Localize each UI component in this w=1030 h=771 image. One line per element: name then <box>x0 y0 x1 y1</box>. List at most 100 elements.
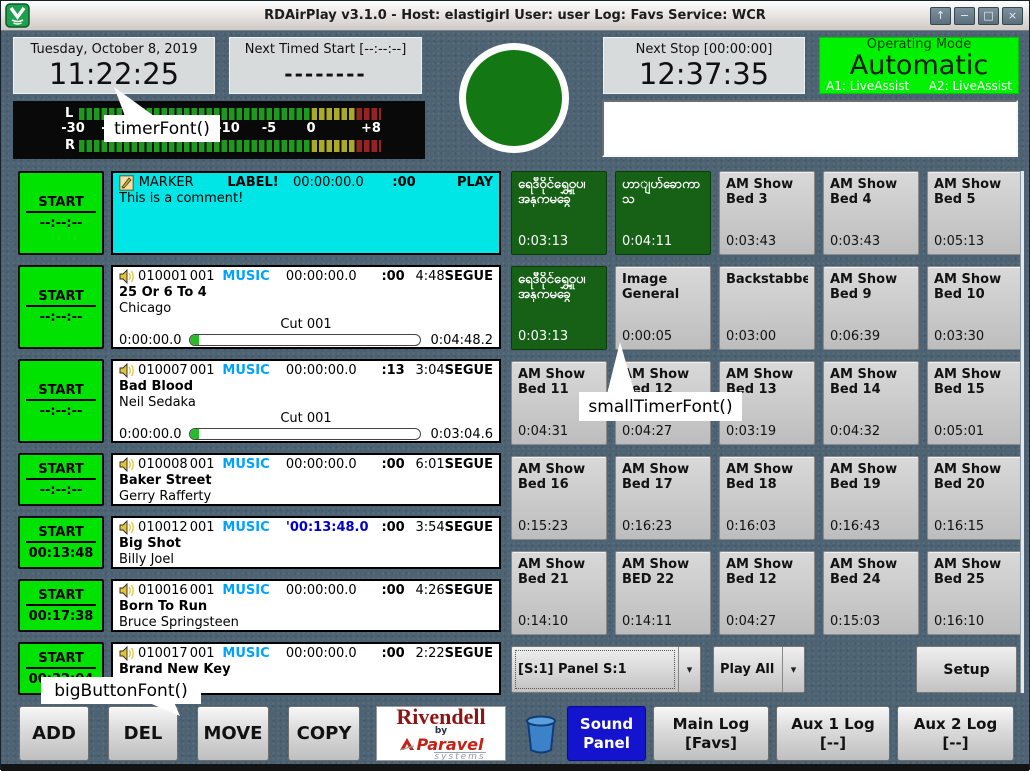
sound-panel-button[interactable]: AM Show Bed 9 0:06:39 <box>823 266 919 350</box>
operating-mode-button[interactable]: Operating Mode Automatic A1: LiveAssist … <box>819 37 1019 94</box>
log-entry[interactable]: 010001 001 MUSIC 00:00:00.0 :00 4:48 SEG… <box>111 265 501 349</box>
length: 4:48 <box>405 269 445 284</box>
sound-panel-button-time: 0:16:10 <box>934 614 1016 629</box>
sound-panel-button-time: 0:16:23 <box>622 519 704 534</box>
start-time-field: '00:13:48.0 <box>286 520 370 535</box>
sound-panel-button[interactable]: AM Show Bed 14 0:04:32 <box>823 361 919 445</box>
start-time-field: 00:00:00.0 <box>293 175 380 190</box>
aux2-mode: A2: LiveAssist <box>929 79 1012 93</box>
move-button[interactable]: MOVE <box>197 706 269 761</box>
remaining-time: 0:03:04.6 <box>429 427 493 442</box>
sound-panel-button[interactable]: AM Show BED 22 0:14:11 <box>615 551 711 635</box>
sound-panel-button-time: 0:03:13 <box>518 234 600 249</box>
group-label: MUSIC <box>222 269 286 284</box>
sound-panel-button[interactable]: AM Show Bed 12 0:04:27 <box>719 551 815 635</box>
progress-bar <box>189 334 421 346</box>
cut-number: 001 <box>190 520 223 535</box>
start-button[interactable]: START --:--:-- <box>18 453 104 506</box>
chevron-down-icon: ▾ <box>782 647 804 692</box>
sound-panel-scrollbar[interactable] <box>1020 171 1024 693</box>
sound-panel-button[interactable]: AM Show Bed 3 0:03:43 <box>719 171 815 255</box>
sound-panel-button-label: AM Show Bed 3 <box>726 177 808 207</box>
minimize-button[interactable]: − <box>954 7 975 25</box>
artist-line <box>119 207 493 223</box>
log-entry[interactable]: MARKER LABEL! 00:00:00.0 :00 PLAY This i… <box>111 171 501 255</box>
log-row: START 00:17:38 <box>18 579 501 632</box>
clock-date: Tuesday, October 8, 2019 <box>31 42 198 58</box>
log-entry[interactable]: 010016 001 MUSIC 00:00:00.0 :00 4:26 SEG… <box>111 579 501 632</box>
start-button[interactable]: START 00:13:48 <box>18 516 104 569</box>
talk-time: :00 <box>370 457 404 472</box>
title-line: Brand New Key <box>119 662 493 678</box>
sound-panel-button[interactable]: Image General 0:00:05 <box>615 266 711 350</box>
aux2-log-tab[interactable]: Aux 2 Log [--] <box>897 706 1014 761</box>
speaker-icon <box>119 583 138 598</box>
sound-panel-button[interactable]: AM Show Bed 4 0:03:43 <box>823 171 919 255</box>
sound-panel-button-label: AM Show Bed 25 <box>934 557 1016 587</box>
speaker-icon <box>119 646 138 661</box>
play-mode-dropdown[interactable]: Play All ▾ <box>713 646 805 693</box>
log-entry[interactable]: 010012 001 MUSIC '00:13:48.0 :00 3:54 SE… <box>111 516 501 569</box>
shade-button[interactable]: ↑ <box>930 7 951 25</box>
sound-panel-button[interactable]: ရေဒီဝိုင်ရွှေ့ဝှုပ၊ အနုကမခွေ 0:03:13 <box>511 266 607 350</box>
copy-button[interactable]: COPY <box>288 706 360 761</box>
start-button[interactable]: START --:--:-- <box>18 359 104 443</box>
length: 3:04 <box>405 363 445 378</box>
paravel-triangle-icon <box>399 737 415 751</box>
sound-panel-button[interactable]: AM Show Bed 10 0:03:30 <box>927 266 1023 350</box>
sound-panel-button[interactable]: Backstabber 0:03:00 <box>719 266 815 350</box>
cart-number: 010016 <box>138 583 190 598</box>
transition-type: SEGUE <box>445 457 493 472</box>
log-row: START --:--:-- <box>18 359 501 443</box>
trash-icon[interactable] <box>524 713 558 755</box>
sound-panel-button[interactable]: AM Show Bed 20 0:16:15 <box>927 456 1023 540</box>
sound-panel-tab[interactable]: Sound Panel <box>567 706 646 761</box>
sound-panel-button-time: 0:05:13 <box>934 234 1016 249</box>
sound-panel-button[interactable]: AM Show Bed 17 0:16:23 <box>615 456 711 540</box>
start-button[interactable]: START 00:17:38 <box>18 579 104 632</box>
cut-label: Cut 001 <box>119 411 493 426</box>
sound-panel-button-time: 0:03:43 <box>830 234 912 249</box>
title-line: Baker Street <box>119 473 493 489</box>
group-label: MUSIC <box>222 520 286 535</box>
sound-panel-button[interactable]: AM Show Bed 5 0:05:13 <box>927 171 1023 255</box>
pie-countdown-widget <box>459 43 569 153</box>
sound-panel-button[interactable]: AM Show Bed 25 0:16:10 <box>927 551 1023 635</box>
delete-button[interactable]: DEL <box>108 706 178 761</box>
sound-panel-button[interactable]: ဟာျဟ်ခောကာသ 0:04:11 <box>615 171 711 255</box>
progress-fill <box>190 335 199 345</box>
close-button[interactable]: × <box>1002 7 1023 25</box>
sound-panel-button[interactable]: AM Show Bed 18 0:16:03 <box>719 456 815 540</box>
log-entry[interactable]: 010008 001 MUSIC 00:00:00.0 :00 6:01 SEG… <box>111 453 501 506</box>
start-button[interactable]: START --:--:-- <box>18 171 104 255</box>
sound-panel-button-label: Backstabber <box>726 272 808 287</box>
start-time: --:--:-- <box>40 216 83 231</box>
sound-panel-button[interactable]: AM Show Bed 16 0:15:23 <box>511 456 607 540</box>
maximize-button[interactable]: □ <box>978 7 999 25</box>
add-button[interactable]: ADD <box>19 706 89 761</box>
setup-button[interactable]: Setup <box>916 646 1017 693</box>
cart-number: 010008 <box>138 457 190 472</box>
sound-panel-button[interactable]: AM Show Bed 24 0:15:03 <box>823 551 919 635</box>
sound-panel-button-label: AM Show Bed 10 <box>934 272 1016 302</box>
talk-time: :00 <box>370 646 404 661</box>
cut-number: 001 <box>190 646 223 661</box>
sound-panel-button-label: AM Show Bed 19 <box>830 462 912 492</box>
start-time-field: 00:00:00.0 <box>286 457 370 472</box>
sound-panel-button-time: 0:04:32 <box>830 424 912 439</box>
sound-panel-button-time: 0:04:27 <box>726 614 808 629</box>
sound-panel-button[interactable]: AM Show Bed 19 0:16:43 <box>823 456 919 540</box>
main-log-tab[interactable]: Main Log [Favs] <box>653 706 769 761</box>
aux1-log-tab[interactable]: Aux 1 Log [--] <box>776 706 890 761</box>
cart-number: 010012 <box>138 520 190 535</box>
sound-panel-button[interactable]: AM Show Bed 15 0:05:01 <box>927 361 1023 445</box>
log-entry[interactable]: 010007 001 MUSIC 00:00:00.0 :13 3:04 SEG… <box>111 359 501 443</box>
sound-panel-button-time: 0:15:03 <box>830 614 912 629</box>
sound-panel-button-time: 0:06:39 <box>830 329 912 344</box>
cart-number: 010001 <box>138 269 190 284</box>
sound-panel-button-time: 0:03:30 <box>934 329 1016 344</box>
sound-panel-button[interactable]: AM Show Bed 21 0:14:10 <box>511 551 607 635</box>
start-button[interactable]: START --:--:-- <box>18 265 104 349</box>
panel-select-dropdown[interactable]: [S:1] Panel S:1 ▾ <box>511 646 701 693</box>
sound-panel-button[interactable]: ရေဒီဝိုင်ရွှေ့ဝှုပ၊ အနုကမခွေ 0:03:13 <box>511 171 607 255</box>
